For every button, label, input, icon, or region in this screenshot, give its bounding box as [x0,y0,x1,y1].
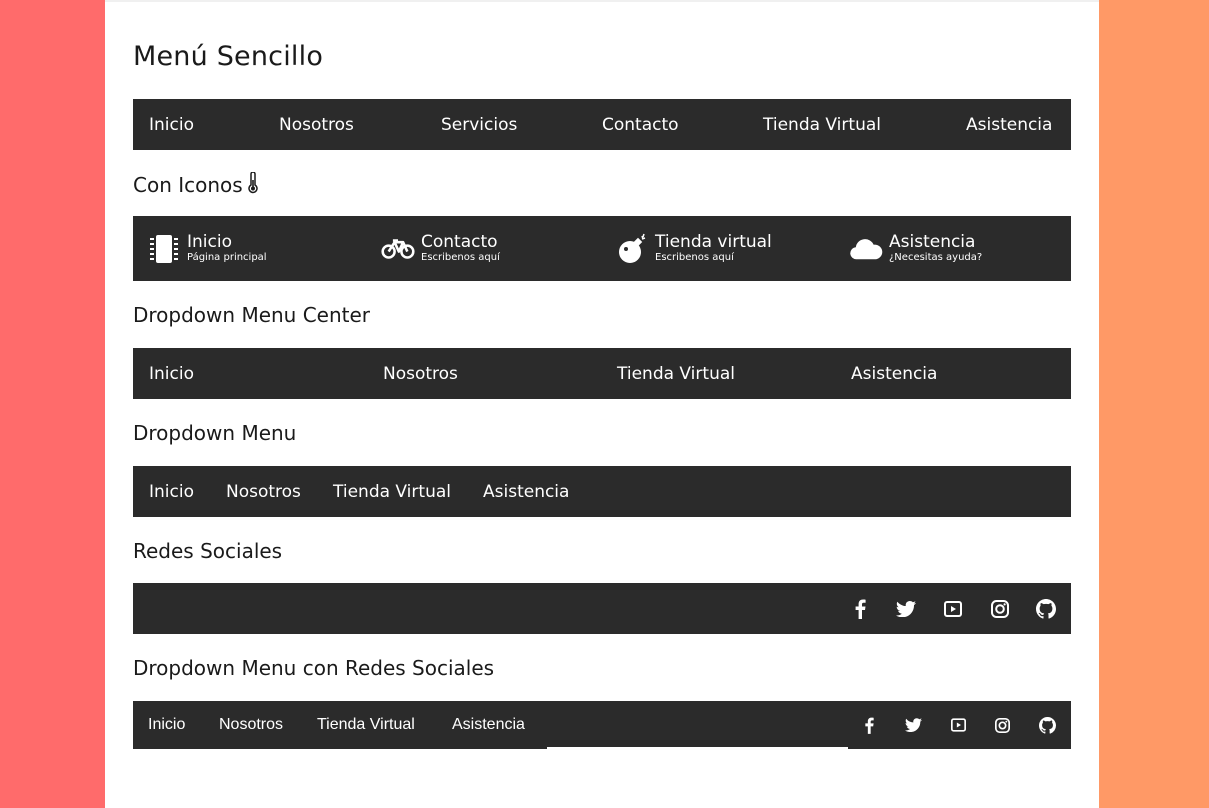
dropdown-menu-bar: Inicio Nosotros Tienda Virtual Asistenci… [133,466,1071,517]
dropdown-social-item-tienda[interactable]: Tienda Virtual [317,701,415,749]
facebook-icon[interactable] [854,701,884,749]
dropdown-title: Dropdown Menu [133,421,297,445]
icons-menu-sublabel: Escribenos aquí [421,252,500,263]
twitter-icon[interactable] [898,701,928,749]
simple-menu-item-servicios[interactable]: Servicios [441,99,517,150]
instagram-icon[interactable] [985,583,1015,634]
youtube-icon[interactable] [943,701,973,749]
social-menu-bar [133,583,1071,634]
twitter-icon[interactable] [891,583,921,634]
icons-menu-sublabel: Página principal [187,252,267,263]
icons-menu-label: Asistencia [889,232,976,252]
instagram-icon[interactable] [987,701,1017,749]
simple-menu-item-asistencia[interactable]: Asistencia [966,99,1052,150]
dropdown-item-asistencia[interactable]: Asistencia [483,466,569,517]
simple-menu-item-tienda[interactable]: Tienda Virtual [763,99,881,150]
icons-section-title-text: Con Iconos [133,173,243,197]
icons-menu-sublabel: ¿Necesitas ayuda? [889,252,983,263]
dropdown-item-inicio[interactable]: Inicio [149,466,194,517]
microchip-icon [147,232,181,266]
cloud-icon [849,235,883,263]
simple-menu-bar: Inicio Nosotros Servicios Contacto Tiend… [133,99,1071,150]
social-title: Redes Sociales [133,539,283,563]
simple-menu-item-inicio[interactable]: Inicio [149,99,194,150]
dropdown-center-menu-bar: Inicio Nosotros Tienda Virtual Asistenci… [133,348,1071,399]
github-icon[interactable] [1031,583,1061,634]
left-color-panel [0,0,105,808]
dropdown-center-item-asistencia[interactable]: Asistencia [851,348,937,399]
simple-menu-item-nosotros[interactable]: Nosotros [279,99,354,150]
right-color-panel [1099,0,1209,808]
dropdown-item-tienda[interactable]: Tienda Virtual [333,466,451,517]
bomb-icon [615,232,649,266]
dropdown-center-item-nosotros[interactable]: Nosotros [383,348,458,399]
icons-menu-item-inicio[interactable]: Inicio Página principal [147,216,267,281]
icons-section-title: Con Iconos [133,172,259,197]
dropdown-social-underline [547,747,848,749]
icons-menu-bar: Inicio Página principal Contacto Escribe… [133,216,1071,281]
icons-menu-label: Inicio [187,232,232,252]
icons-menu-sublabel: Escribenos aquí [655,252,734,263]
dropdown-social-item-nosotros[interactable]: Nosotros [219,701,283,749]
dropdown-social-menu-bar: Inicio Nosotros Tienda Virtual Asistenci… [133,701,1071,749]
icons-menu-label: Tienda virtual [655,232,772,252]
dropdown-center-item-tienda[interactable]: Tienda Virtual [617,348,735,399]
dropdown-social-item-inicio[interactable]: Inicio [148,701,185,749]
icons-menu-item-contacto[interactable]: Contacto Escribenos aquí [381,216,500,281]
icons-menu-item-tienda[interactable]: Tienda virtual Escribenos aquí [615,216,772,281]
icons-menu-item-asistencia[interactable]: Asistencia ¿Necesitas ayuda? [849,216,982,281]
thermometer-icon [248,172,258,194]
dropdown-social-item-asistencia[interactable]: Asistencia [452,701,525,749]
dropdown-center-item-inicio[interactable]: Inicio [149,348,194,399]
page-title: Menú Sencillo [133,41,324,72]
dropdown-item-nosotros[interactable]: Nosotros [226,466,301,517]
github-icon[interactable] [1032,701,1062,749]
facebook-icon[interactable] [845,583,875,634]
icons-menu-label: Contacto [421,232,498,252]
youtube-icon[interactable] [938,583,968,634]
bicycle-icon [381,236,415,262]
simple-menu-item-contacto[interactable]: Contacto [602,99,679,150]
top-divider [105,0,1099,2]
dropdown-social-title: Dropdown Menu con Redes Sociales [133,656,495,680]
dropdown-center-title: Dropdown Menu Center [133,303,371,327]
